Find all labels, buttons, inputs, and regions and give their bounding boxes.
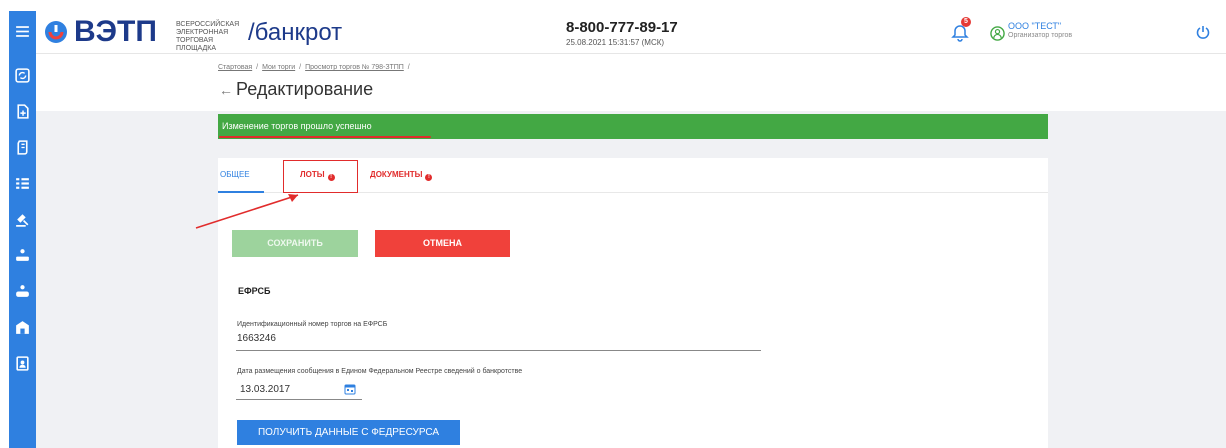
error-icon: ! [425,174,433,181]
arrow-left-icon[interactable]: ← [219,81,233,99]
power-icon[interactable] [1195,24,1211,40]
user-role: Организатор торгов [1008,32,1073,39]
menu-icon[interactable] [12,21,33,42]
tab-documents[interactable]: ДОКУМЕНТЫ! [370,170,433,181]
server-datetime: 25.08.2021 15:31:57 (МСК) [566,38,665,47]
section-title-efrsb: ЕФРСБ [238,286,271,296]
trade-number-underline [236,350,761,351]
notification-badge: 5 [961,17,971,27]
publish-date-label: Дата размещения сообщения в Едином Федер… [237,368,523,375]
logo-text[interactable]: ВЭТП [74,16,157,48]
breadcrumb: Стартовая / Мои торги / Просмотр торгов № 79… [218,64,410,71]
person-upload-icon[interactable] [12,245,33,266]
sidebar [9,11,36,448]
breadcrumb-trade-view[interactable]: Просмотр торгов № 798-ЗТПП [305,64,404,71]
person-download-icon[interactable] [12,281,33,302]
add-document-icon[interactable] [12,101,33,122]
user-name[interactable]: ООО "ТЕСТ" [1008,21,1061,31]
trade-number-label: Идентификационный номер торгов на ЕФРСБ [237,321,388,328]
alert-message: Изменение торгов прошло успешно [222,121,372,131]
bank-icon[interactable] [12,317,33,338]
calendar-icon[interactable] [344,383,356,395]
page-title: Редактирование [236,79,374,99]
fetch-fedresurs-button[interactable]: ПОЛУЧИТЬ ДАННЫЕ С ФЕДРЕСУРСА [237,420,460,445]
refresh-icon[interactable] [12,65,33,86]
logo-mark-icon [45,21,67,43]
tab-general[interactable]: ОБЩЕЕ [220,170,250,179]
contacts-icon[interactable] [12,353,33,374]
support-phone: 8-800-777-89-17 [566,19,678,36]
breadcrumb-my-trades[interactable]: Мои торги [262,64,295,71]
annotation-arrow-icon [195,194,299,229]
logo-section: /банкрот [248,19,343,46]
trade-number-field[interactable]: 1663246 [237,333,276,344]
publish-date-value: 13.03.2017 [240,384,291,395]
top-header: ВЭТП ВСЕРОССИЙСКАЯ ЭЛЕКТРОННАЯ ТОРГОВАЯ … [36,11,1226,54]
page-header [36,55,1226,111]
gavel-icon[interactable] [12,209,33,230]
publish-date-field[interactable]: 13.03.2017 [236,378,362,400]
list-icon[interactable] [12,173,33,194]
cancel-button[interactable]: ОТМЕНА [375,230,510,257]
user-avatar-icon[interactable] [990,26,1005,41]
breadcrumb-home[interactable]: Стартовая [218,64,252,71]
annotation-underline [219,136,431,138]
logo-subtitle: ВСЕРОССИЙСКАЯ ЭЛЕКТРОННАЯ ТОРГОВАЯ ПЛОЩА… [176,21,240,52]
form-card: ОБЩЕЕ ЛОТЫ! ДОКУМЕНТЫ! СОХРАНИТЬ ОТМЕНА … [218,158,1048,448]
receipt-icon[interactable] [12,137,33,158]
